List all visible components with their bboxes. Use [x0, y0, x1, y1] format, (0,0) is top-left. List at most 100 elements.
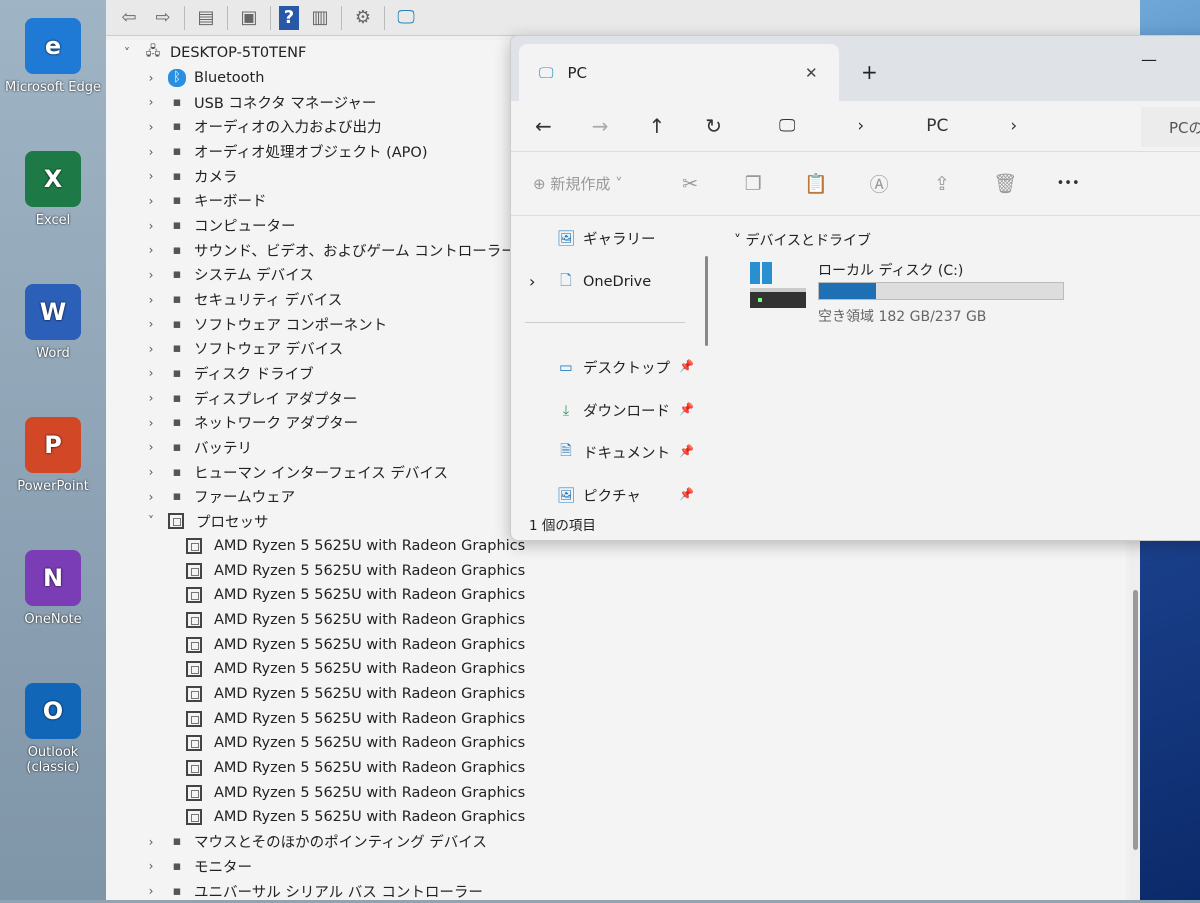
- chevron-right-icon[interactable]: ›: [144, 465, 158, 479]
- tree-category[interactable]: › ▪ キーボード: [144, 189, 267, 213]
- tree-processor[interactable]: AMD Ryzen 5 5625U with Radeon Graphics: [186, 657, 525, 681]
- properties-icon[interactable]: ▣: [236, 6, 262, 30]
- tab-pc[interactable]: 🖵 PC ✕: [519, 44, 839, 101]
- tree-category[interactable]: › ▪ マウスとそのほかのポインティング デバイス: [144, 830, 487, 854]
- scan-hardware-icon[interactable]: 🖵: [393, 6, 419, 30]
- copy-icon[interactable]: ❐: [722, 173, 785, 195]
- update-driver-icon[interactable]: ⚙: [350, 6, 376, 30]
- chevron-right-icon[interactable]: ›: [144, 366, 158, 380]
- sidebar-item-download[interactable]: ⤓ ダウンロード: [555, 400, 670, 421]
- new-tab-button[interactable]: +: [861, 60, 878, 84]
- tree-processor[interactable]: AMD Ryzen 5 5625U with Radeon Graphics: [186, 633, 525, 657]
- tree-category[interactable]: › ▪ ソフトウェア デバイス: [144, 337, 344, 361]
- chevron-down-icon[interactable]: ˅: [144, 514, 158, 528]
- tree-category[interactable]: › ▪ ヒューマン インターフェイス デバイス: [144, 460, 448, 484]
- tree-processor[interactable]: AMD Ryzen 5 5625U with Radeon Graphics: [186, 805, 525, 829]
- rename-icon[interactable]: Ⓐ: [848, 170, 911, 197]
- drive-item[interactable]: ローカル ディスク (C:) 空き領域 182 GB/237 GB: [750, 260, 1080, 330]
- tree-processor[interactable]: AMD Ryzen 5 5625U with Radeon Graphics: [186, 756, 525, 780]
- tree-processor[interactable]: AMD Ryzen 5 5625U with Radeon Graphics: [186, 781, 525, 805]
- chevron-down-icon[interactable]: ˅: [120, 46, 134, 60]
- tree-category[interactable]: › ▪ オーディオ処理オブジェクト (APO): [144, 140, 428, 164]
- chevron-right-icon[interactable]: ›: [144, 219, 158, 233]
- new-button[interactable]: ⊕ 新規作成 ˅: [533, 173, 623, 194]
- pin-icon[interactable]: 📌: [679, 444, 694, 458]
- tree-category[interactable]: › ▪ ディスク ドライブ: [144, 361, 314, 385]
- tree-category[interactable]: › ▪ USB コネクタ マネージャー: [144, 90, 377, 114]
- breadcrumb-pc[interactable]: PC: [926, 116, 948, 136]
- tree-category[interactable]: › ▪ サウンド、ビデオ、およびゲーム コントローラー: [144, 238, 516, 262]
- tree-processor[interactable]: AMD Ryzen 5 5625U with Radeon Graphics: [186, 608, 525, 632]
- tree-category[interactable]: › ▪ ファームウェア: [144, 485, 295, 509]
- chevron-right-icon[interactable]: ›: [144, 120, 158, 134]
- tree-category[interactable]: › ▪ セキュリティ デバイス: [144, 288, 343, 312]
- chevron-right-icon[interactable]: ›: [144, 884, 158, 898]
- chevron-right-icon[interactable]: ›: [144, 71, 158, 85]
- sidebar-item-desktop[interactable]: ▭ デスクトップ: [555, 357, 670, 378]
- tree-category[interactable]: › ▪ ディスプレイ アダプター: [144, 386, 358, 410]
- chevron-right-icon[interactable]: ›: [144, 293, 158, 307]
- paste-icon[interactable]: 📋: [785, 172, 848, 195]
- sidebar-item-file[interactable]: 🗋 OneDrive: [555, 272, 651, 292]
- pane-scrollbar[interactable]: [705, 256, 708, 346]
- tree-root[interactable]: ˅ 🖧 DESKTOP-5T0TENF: [120, 41, 306, 65]
- tree-processor[interactable]: AMD Ryzen 5 5625U with Radeon Graphics: [186, 583, 525, 607]
- chevron-right-icon[interactable]: ›: [144, 243, 158, 257]
- chevron-right-icon[interactable]: ›: [144, 268, 158, 282]
- desktop-icon-1[interactable]: X Excel: [0, 151, 106, 228]
- close-tab-button[interactable]: ✕: [805, 64, 818, 82]
- chevron-right-icon[interactable]: ›: [144, 440, 158, 454]
- address-bar[interactable]: 🖵 › PC ›: [779, 101, 1057, 151]
- console-tree-icon[interactable]: ▤: [193, 6, 219, 30]
- tree-processor[interactable]: AMD Ryzen 5 5625U with Radeon Graphics: [186, 534, 525, 558]
- tree-category[interactable]: › ▪ コンピューター: [144, 214, 296, 238]
- chevron-right-icon[interactable]: ›: [144, 835, 158, 849]
- tree-category[interactable]: › ▪ ネットワーク アダプター: [144, 411, 359, 435]
- chevron-right-icon[interactable]: ›: [144, 416, 158, 430]
- forward-button[interactable]: →: [592, 114, 609, 138]
- pin-icon[interactable]: 📌: [679, 487, 694, 501]
- chevron-right-icon[interactable]: ›: [144, 145, 158, 159]
- desktop-icon-4[interactable]: N OneNote: [0, 550, 106, 627]
- pin-icon[interactable]: 📌: [679, 402, 694, 416]
- tree-processor[interactable]: AMD Ryzen 5 5625U with Radeon Graphics: [186, 731, 525, 755]
- section-header[interactable]: ˅ デバイスとドライブ: [734, 230, 871, 250]
- desktop-icon-5[interactable]: O Outlook (classic): [0, 683, 106, 775]
- tree-category[interactable]: › ▪ ソフトウェア コンポーネント: [144, 312, 388, 336]
- forward-icon[interactable]: ⇨: [150, 6, 176, 30]
- scrollbar-thumb[interactable]: [1133, 590, 1138, 850]
- tree-category[interactable]: › ▪ システム デバイス: [144, 263, 314, 287]
- chevron-right-icon[interactable]: ›: [144, 490, 158, 504]
- minimize-button[interactable]: —: [1141, 50, 1157, 69]
- delete-icon[interactable]: 🗑: [974, 172, 1037, 195]
- chevron-right-icon[interactable]: ›: [144, 391, 158, 405]
- tree-processor[interactable]: AMD Ryzen 5 5625U with Radeon Graphics: [186, 559, 525, 583]
- tree-category[interactable]: › ▪ モニター: [144, 854, 252, 878]
- tree-category[interactable]: ˅ プロセッサ: [144, 509, 269, 533]
- pin-icon[interactable]: 📌: [679, 359, 694, 373]
- chevron-right-icon[interactable]: ›: [529, 272, 535, 291]
- tree-category[interactable]: › ▪ オーディオの入力および出力: [144, 115, 382, 139]
- sidebar-item-pictures[interactable]: 🖼 ピクチャ: [555, 485, 641, 506]
- sidebar-item-document[interactable]: 🗎 ドキュメント: [555, 442, 670, 463]
- back-icon[interactable]: ⇦: [116, 6, 142, 30]
- chevron-right-icon[interactable]: ›: [144, 194, 158, 208]
- chevron-right-icon[interactable]: ›: [144, 859, 158, 873]
- share-icon[interactable]: ⇪: [911, 173, 974, 195]
- sidebar-item-gallery[interactable]: 🖼 ギャラリー: [555, 228, 656, 249]
- tree-category[interactable]: › ᛒ Bluetooth: [144, 66, 264, 90]
- back-button[interactable]: ←: [535, 114, 552, 138]
- action-pane-icon[interactable]: ▥: [307, 6, 333, 30]
- refresh-button[interactable]: ↻: [705, 114, 722, 138]
- chevron-right-icon[interactable]: ›: [144, 342, 158, 356]
- help-icon[interactable]: ?: [279, 5, 299, 30]
- tree-processor[interactable]: AMD Ryzen 5 5625U with Radeon Graphics: [186, 707, 525, 731]
- tree-category[interactable]: › ▪ バッテリ: [144, 435, 252, 459]
- cut-icon[interactable]: ✂: [659, 173, 722, 195]
- chevron-right-icon[interactable]: ›: [144, 169, 158, 183]
- desktop-icon-0[interactable]: e Microsoft Edge: [0, 18, 106, 95]
- search-input[interactable]: PCの: [1141, 107, 1200, 147]
- chevron-right-icon[interactable]: ›: [144, 95, 158, 109]
- tree-category[interactable]: › ▪ ユニバーサル シリアル バス コントローラー: [144, 879, 483, 903]
- chevron-right-icon[interactable]: ›: [1010, 116, 1017, 136]
